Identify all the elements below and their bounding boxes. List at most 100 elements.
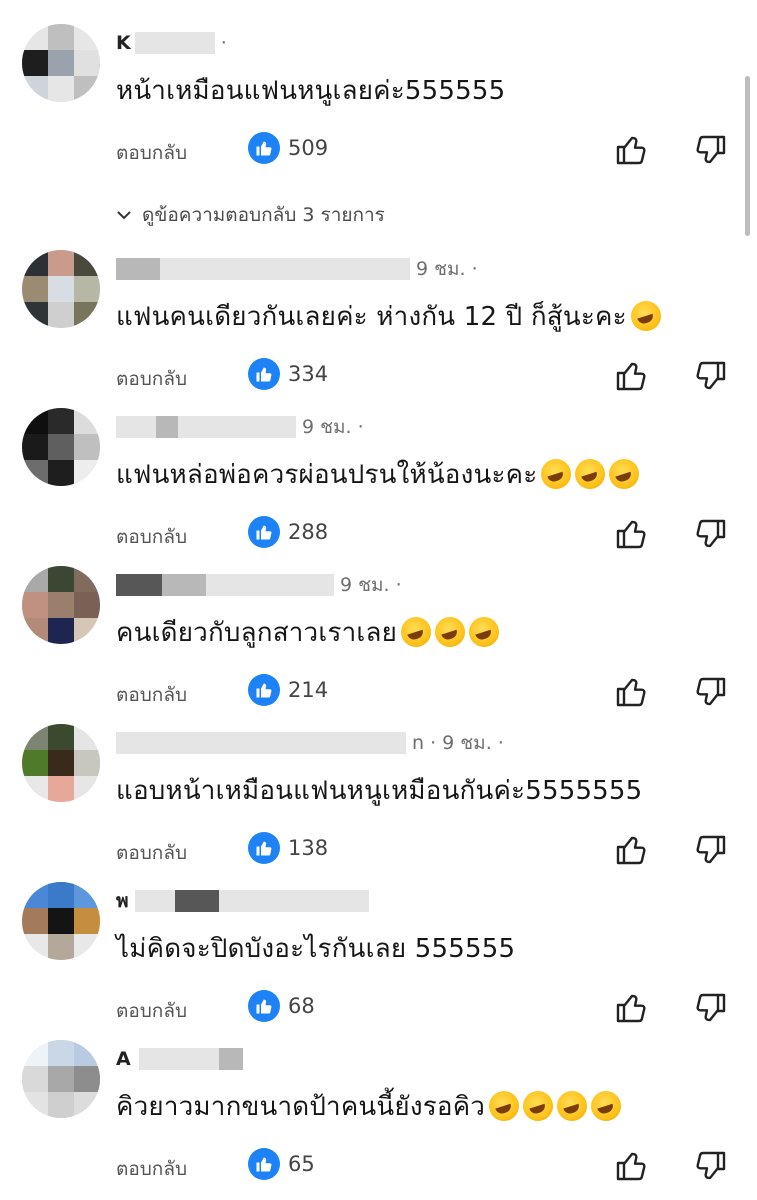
avatar-pixel [48, 24, 74, 50]
avatar-pixel [48, 934, 74, 960]
comment-header: 9 ชม. · [116, 256, 478, 282]
avatar[interactable] [22, 566, 100, 644]
avatar[interactable] [22, 882, 100, 960]
comment-actions: ตอบกลับ 288 [116, 512, 736, 552]
rofl-emoji-icon [523, 1091, 554, 1121]
thumbs-down-icon[interactable] [692, 832, 728, 868]
avatar-pixel [48, 566, 74, 592]
reply-button[interactable]: ตอบกลับ [116, 522, 187, 552]
avatar-pixel [48, 908, 74, 934]
avatar-pixel [22, 882, 48, 908]
avatar[interactable] [22, 24, 100, 102]
rofl-emoji-icon [469, 617, 500, 647]
reply-button[interactable]: ตอบกลับ [116, 838, 187, 868]
thumbs-up-icon[interactable] [614, 674, 650, 710]
thumbs-up-icon[interactable] [614, 832, 650, 868]
avatar-pixel [74, 276, 100, 302]
avatar-pixel [74, 618, 100, 644]
comment-actions: ตอบกลับ 214 [116, 670, 736, 710]
thumbs-up-icon[interactable] [614, 1148, 650, 1184]
comment-actions: ตอบกลับ 334 [116, 354, 736, 394]
rofl-emoji-icon [489, 1091, 520, 1121]
avatar-pixel [22, 618, 48, 644]
avatar-pixel [48, 882, 74, 908]
avatar[interactable] [22, 408, 100, 486]
commenter-name[interactable]: พ [116, 886, 129, 916]
comment-meta: n · 9 ชม. · [412, 732, 504, 754]
comment-header: 9 ชม. · [116, 414, 364, 440]
avatar-pixel [22, 276, 48, 302]
redacted-name [162, 574, 206, 596]
redacted-name [138, 1048, 219, 1070]
like-count: 138 [288, 836, 329, 860]
comment-text-content: คนเดียวกับลูกสาวเราเลย [116, 618, 398, 648]
scrollbar[interactable] [745, 76, 750, 236]
comment-text: แฟนคนเดียวกันเลยค่ะ ห่างกัน 12 ปี ก็สู้น… [116, 296, 661, 337]
like-count: 214 [288, 678, 329, 702]
avatar[interactable] [22, 1040, 100, 1118]
comment-meta: 9 ชม. · [416, 258, 478, 280]
comment-meta: 9 ชม. · [302, 416, 364, 438]
thumbs-up-icon[interactable] [614, 132, 650, 168]
avatar[interactable] [22, 724, 100, 802]
comment-text: แอบหน้าเหมือนแฟนหนูเหมือนกันค่ะ5555555 [116, 770, 642, 811]
thumbs-down-icon[interactable] [692, 516, 728, 552]
rofl-emoji-icon [557, 1091, 588, 1121]
redacted-name [116, 574, 162, 596]
comment-header: n · 9 ชม. · [116, 730, 504, 756]
comment-text: ไม่คิดจะปิดบังอะไรกันเลย 555555 [116, 928, 515, 969]
avatar-pixel [22, 250, 48, 276]
thumbs-down-icon[interactable] [692, 132, 728, 168]
avatar-pixel [22, 50, 48, 76]
avatar-pixel [74, 76, 100, 102]
avatar-pixel [22, 76, 48, 102]
commenter-name[interactable]: K [116, 32, 131, 54]
redacted-name [206, 574, 334, 596]
view-replies-link[interactable]: ดูข้อความตอบกลับ 3 รายการ [116, 200, 385, 230]
avatar-pixel [74, 750, 100, 776]
thumbs-down-icon[interactable] [692, 358, 728, 394]
commenter-name[interactable]: A [116, 1048, 131, 1070]
thumbs-up-icon[interactable] [614, 990, 650, 1026]
thumbs-down-icon[interactable] [692, 674, 728, 710]
reply-button[interactable]: ตอบกลับ [116, 996, 187, 1026]
avatar-pixel [48, 1066, 74, 1092]
avatar-pixel [22, 934, 48, 960]
avatar-pixel [22, 408, 48, 434]
avatar-pixel [48, 750, 74, 776]
comment-text-content: หน้าเหมือนแฟนหนูเลยค่ะ555555 [116, 76, 506, 106]
redacted-name [116, 732, 406, 754]
comment-actions: ตอบกลับ 65 [116, 1144, 736, 1184]
thumbs-down-icon[interactable] [692, 990, 728, 1026]
reply-button[interactable]: ตอบกลับ [116, 138, 187, 168]
comment-text: แฟนหล่อพ่อควรผ่อนปรนให้น้องนะคะ [116, 454, 640, 495]
like-badge-icon [248, 674, 280, 706]
reply-button[interactable]: ตอบกลับ [116, 364, 187, 394]
thumbs-up-icon[interactable] [614, 358, 650, 394]
avatar[interactable] [22, 250, 100, 328]
comment-header: A [116, 1046, 249, 1072]
thumbs-up-icon[interactable] [614, 516, 650, 552]
reply-button[interactable]: ตอบกลับ [116, 1154, 187, 1184]
thumbs-down-icon[interactable] [692, 1148, 728, 1184]
avatar-pixel [22, 24, 48, 50]
avatar-pixel [22, 724, 48, 750]
redacted-name [218, 1048, 243, 1070]
avatar-pixel [48, 618, 74, 644]
like-badge-icon [248, 832, 280, 864]
redacted-name [160, 258, 410, 280]
like-count: 68 [288, 994, 315, 1018]
comment-actions: ตอบกลับ 509 [116, 128, 736, 168]
comment-text: หน้าเหมือนแฟนหนูเลยค่ะ555555 [116, 70, 505, 111]
avatar-pixel [74, 302, 100, 328]
reply-button[interactable]: ตอบกลับ [116, 680, 187, 710]
avatar-pixel [48, 724, 74, 750]
avatar-pixel [74, 908, 100, 934]
comment-text-content: แอบหน้าเหมือนแฟนหนูเหมือนกันค่ะ5555555 [116, 776, 643, 806]
like-count: 288 [288, 520, 329, 544]
comment-text-content: แฟนหล่อพ่อควรผ่อนปรนให้น้องนะคะ [116, 460, 538, 490]
rofl-emoji-icon [541, 459, 572, 489]
comment-text-content: ไม่คิดจะปิดบังอะไรกันเลย 555555 [116, 934, 516, 964]
comment-text-content: คิวยาวมากขนาดป้าคนนี้ยังรอคิว [116, 1092, 486, 1122]
avatar-pixel [22, 776, 48, 802]
